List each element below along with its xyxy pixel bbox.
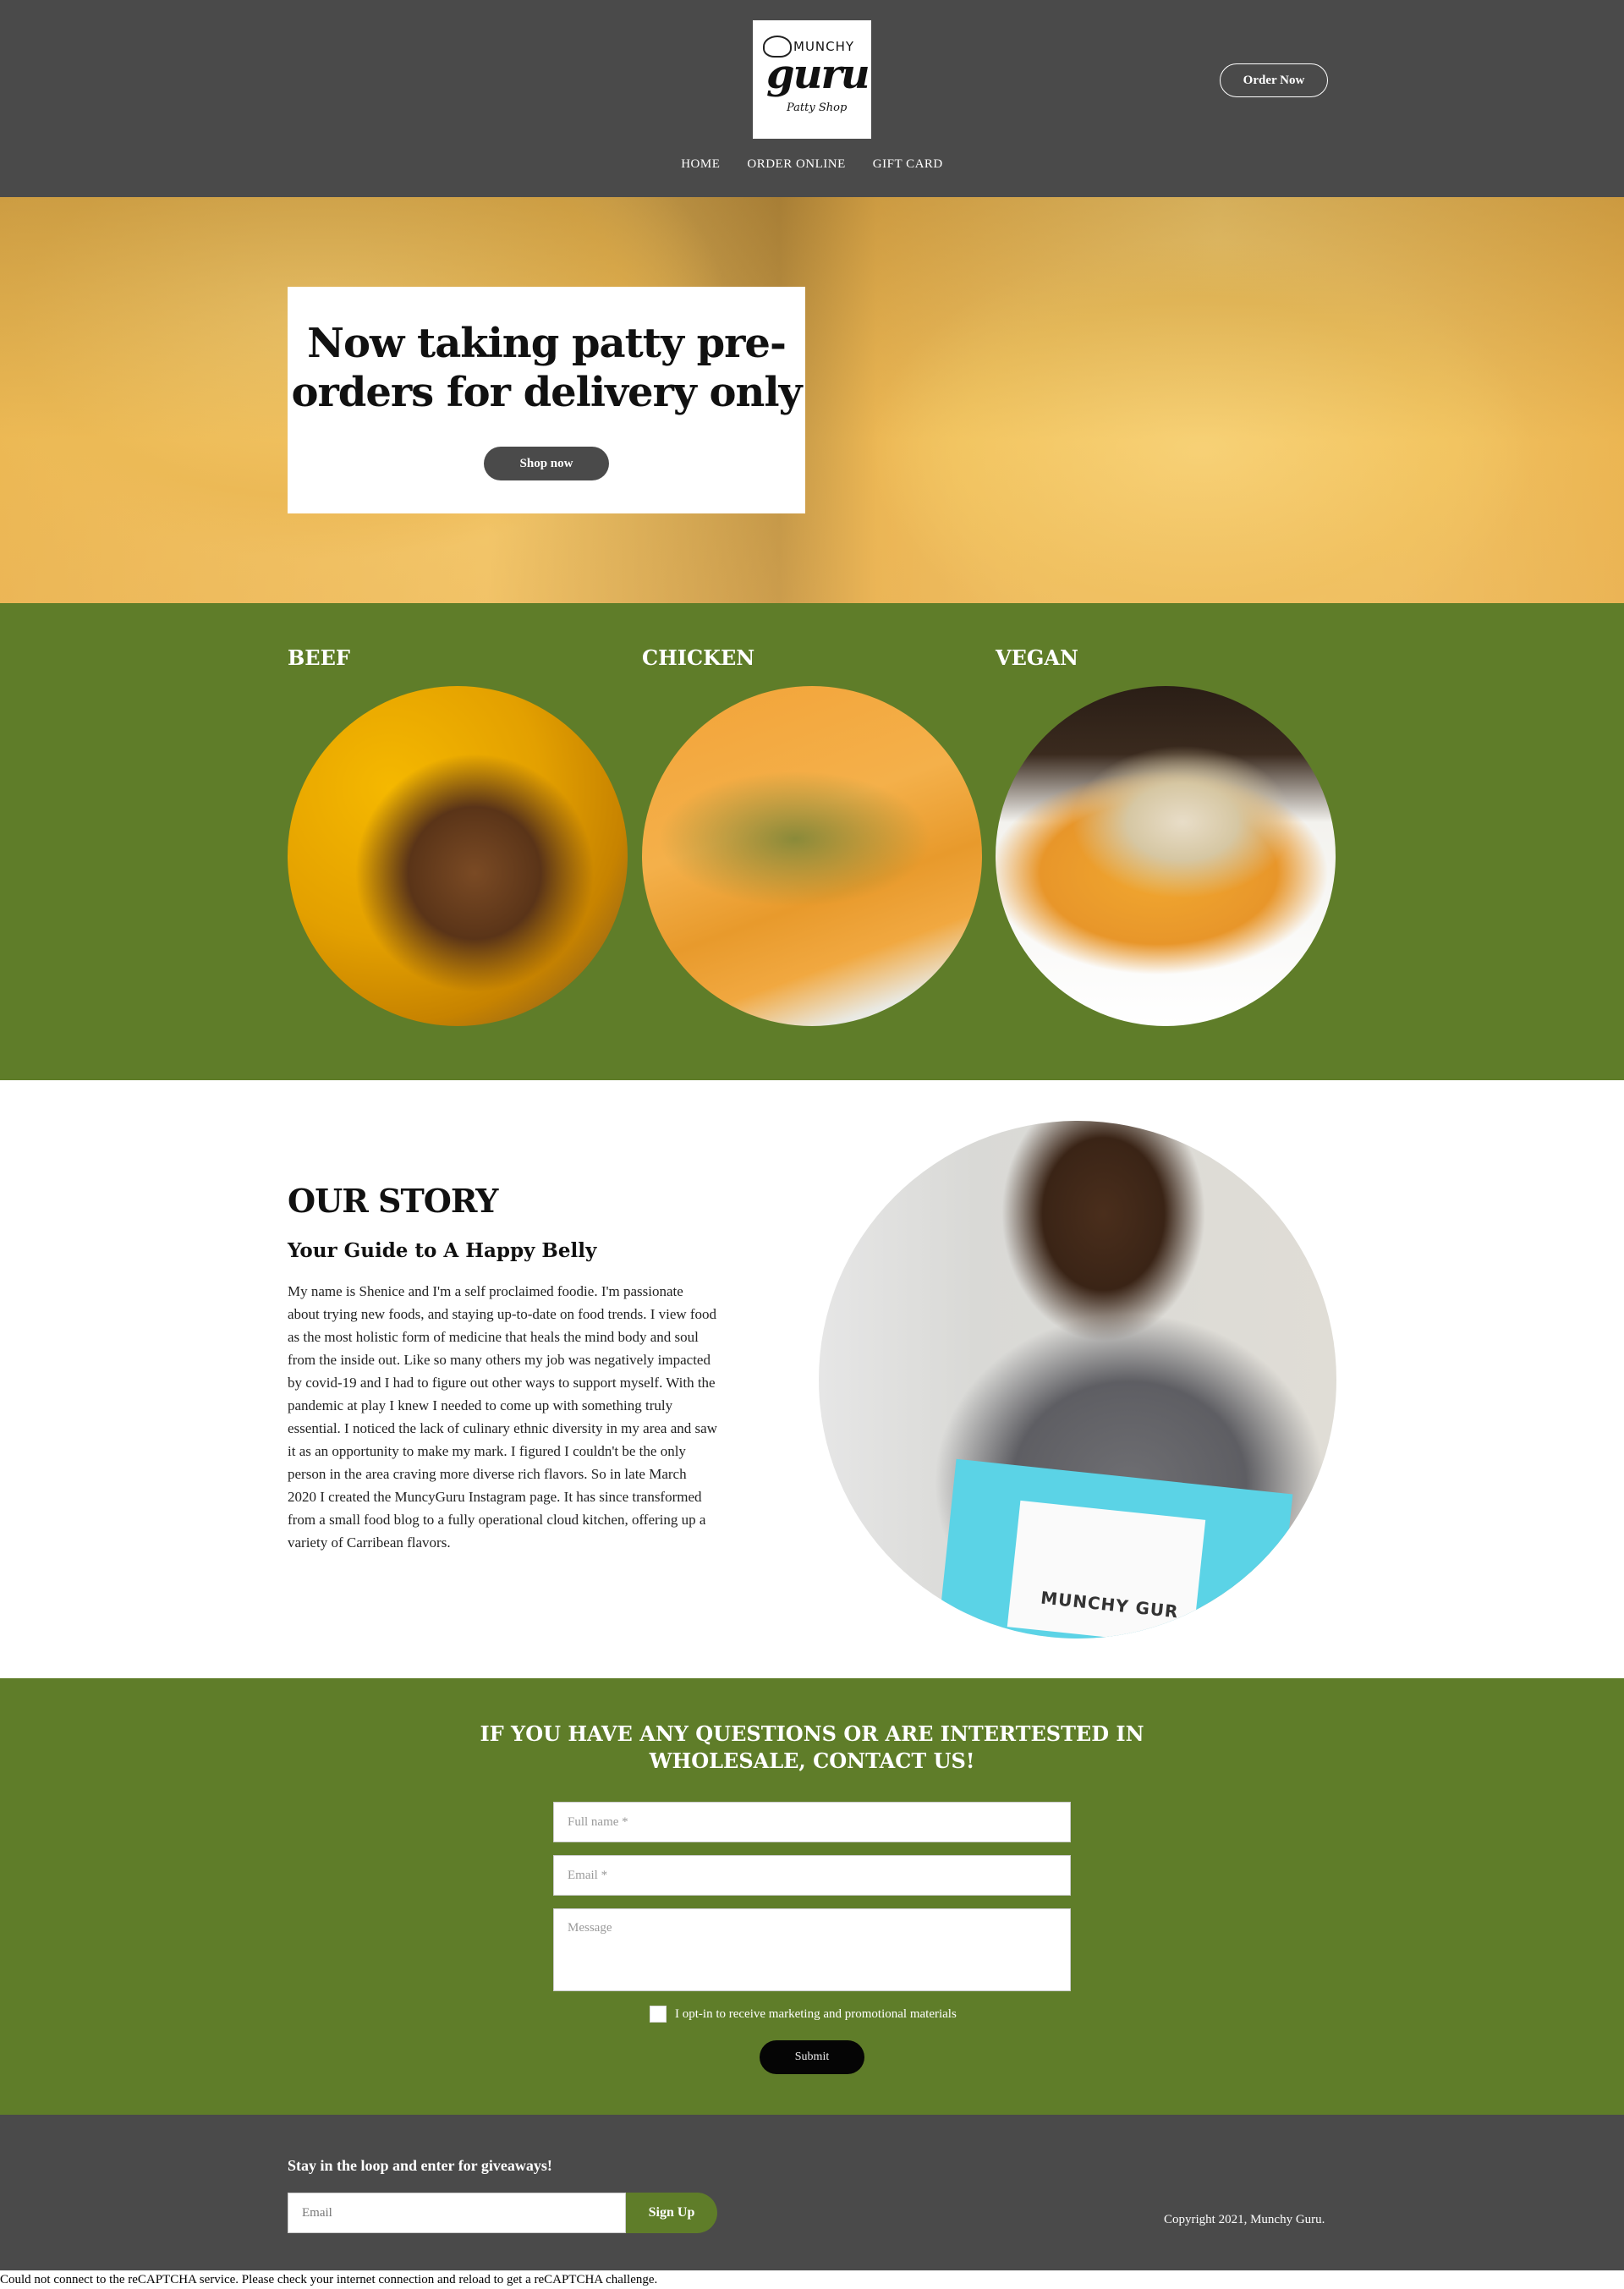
recaptcha-error-notice: Could not connect to the reCAPTCHA servi… xyxy=(0,2272,1624,2289)
submit-button[interactable]: Submit xyxy=(760,2040,864,2074)
patty-card-beef: BEEF xyxy=(288,645,629,1026)
optin-checkbox[interactable] xyxy=(650,2006,667,2023)
logo-brand-main: guru xyxy=(766,51,870,98)
patty-title-chicken: CHICKEN xyxy=(642,645,755,670)
order-now-button[interactable]: Order Now xyxy=(1220,63,1328,97)
message-field[interactable] xyxy=(553,1908,1071,1991)
patty-flavors: BEEF CHICKEN VEGAN xyxy=(0,603,1624,1080)
full-name-field[interactable] xyxy=(553,1802,1071,1842)
optin-row[interactable]: I opt-in to receive marketing and promot… xyxy=(650,2006,957,2023)
story-title: OUR STORY xyxy=(288,1182,498,1220)
our-story-section: OUR STORY Your Guide to A Happy Belly My… xyxy=(0,1080,1624,1678)
patty-card-vegan: VEGAN xyxy=(996,645,1337,1026)
copyright-text: Copyright 2021, Munchy Guru. xyxy=(1164,2213,1325,2226)
site-header: MUNCHY guru Patty Shop Order Now HOME OR… xyxy=(0,0,1624,197)
hero-card: Now taking patty pre-orders for delivery… xyxy=(288,287,805,513)
newsletter-email-input[interactable] xyxy=(288,2193,626,2233)
contact-heading: IF YOU HAVE ANY QUESTIONS OR ARE INTERTE… xyxy=(480,1721,1144,1773)
nav-item-home[interactable]: HOME xyxy=(681,157,720,172)
nav-item-gift-card[interactable]: GIFT CARD xyxy=(873,157,943,172)
optin-label: I opt-in to receive marketing and promot… xyxy=(675,2006,957,2021)
shop-now-button[interactable]: Shop now xyxy=(484,447,609,480)
patty-card-chicken: CHICKEN xyxy=(642,645,984,1026)
hero-headline: Now taking patty pre-orders for delivery… xyxy=(291,320,802,416)
beef-patty-image[interactable] xyxy=(288,686,628,1026)
vegan-patty-image[interactable] xyxy=(996,686,1336,1026)
munchy-guru-logo[interactable]: MUNCHY guru Patty Shop xyxy=(753,20,871,139)
contact-section: IF YOU HAVE ANY QUESTIONS OR ARE INTERTE… xyxy=(0,1678,1624,2115)
owner-photo: MUNCHY GUR xyxy=(819,1121,1336,1639)
nav-item-order-online[interactable]: ORDER ONLINE xyxy=(747,157,845,172)
chicken-patty-image[interactable] xyxy=(642,686,982,1026)
newsletter-heading: Stay in the loop and enter for giveaways… xyxy=(288,2157,552,2174)
email-field[interactable] xyxy=(553,1855,1071,1896)
main-nav: HOME ORDER ONLINE GIFT CARD xyxy=(0,157,1624,172)
story-body: My name is Shenice and I'm a self procla… xyxy=(288,1283,717,1551)
story-subtitle: Your Guide to A Happy Belly xyxy=(288,1239,597,1262)
patty-title-vegan: VEGAN xyxy=(996,645,1078,670)
site-footer: Stay in the loop and enter for giveaways… xyxy=(0,2115,1624,2270)
patty-title-beef: BEEF xyxy=(288,645,350,670)
hero-banner xyxy=(0,197,1624,603)
logo-brand-sub: Patty Shop xyxy=(787,102,848,114)
sign-up-button[interactable]: Sign Up xyxy=(626,2193,717,2233)
